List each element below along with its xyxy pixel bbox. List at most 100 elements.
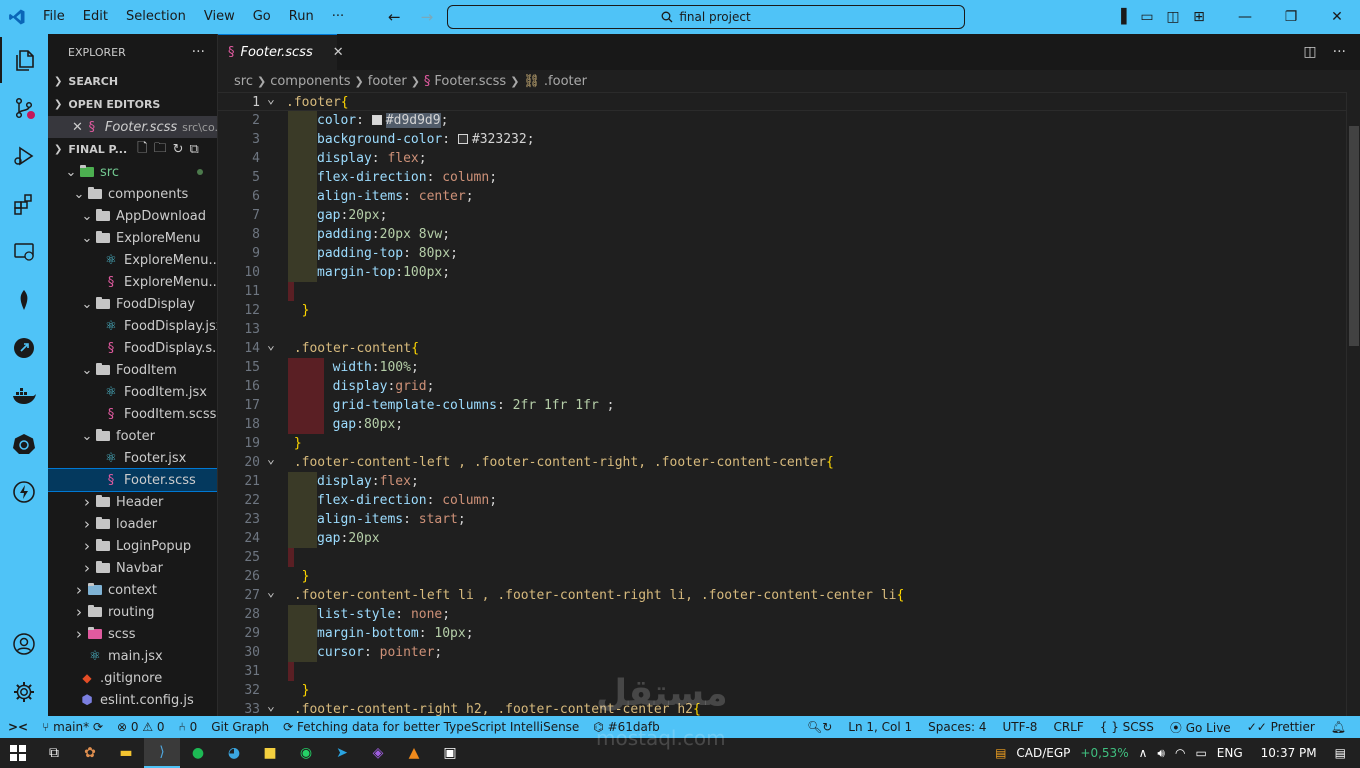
toggle-secondary-sidebar-icon[interactable]: ◫ xyxy=(1160,9,1186,25)
kubernetes-icon[interactable] xyxy=(0,421,48,467)
tree-file[interactable]: § FoodDisplay.s... xyxy=(48,337,217,359)
search-section-header[interactable]: ❯ SEARCH xyxy=(48,70,217,93)
fold-chevron-icon[interactable]: ⌄ xyxy=(267,450,275,469)
source-control-icon[interactable] xyxy=(0,85,48,131)
tree-folder[interactable]: ⌄ FoodDisplay xyxy=(48,293,217,315)
file-explorer-icon[interactable]: ▬ xyxy=(108,738,144,768)
telegram-icon[interactable]: ➤ xyxy=(324,738,360,768)
tree-folder[interactable]: › loader xyxy=(48,513,217,535)
collapse-all-icon[interactable]: ⧉ xyxy=(190,142,199,157)
menu-item-view[interactable]: View xyxy=(195,0,244,34)
sticky-notes-icon[interactable]: ■ xyxy=(252,738,288,768)
tree-file[interactable]: ⚛ Footer.jsx xyxy=(48,447,217,469)
media-app-icon[interactable]: ◈ xyxy=(360,738,396,768)
split-editor-icon[interactable]: ◫ xyxy=(1303,44,1316,60)
tree-folder[interactable]: ⌄ FoodItem xyxy=(48,359,217,381)
docker-icon[interactable] xyxy=(0,373,48,419)
open-editors-section-header[interactable]: ❯ OPEN EDITORS xyxy=(48,93,217,116)
end-of-line[interactable]: CRLF xyxy=(1053,720,1083,734)
vscode-taskbar-icon[interactable]: ⟩ xyxy=(144,738,180,768)
zoom-refresh-icon[interactable]: 🔍︎↻ xyxy=(807,720,832,734)
cursor-position[interactable]: Ln 1, Col 1 xyxy=(848,720,912,734)
minimize-icon[interactable]: — xyxy=(1222,9,1268,25)
tree-folder[interactable]: › context xyxy=(48,579,217,601)
tab-close-icon[interactable]: ✕ xyxy=(333,45,344,60)
toggle-primary-sidebar-icon[interactable]: ▐ xyxy=(1108,9,1134,25)
back-arrow-icon[interactable]: ← xyxy=(388,8,401,26)
tree-folder[interactable]: ⌄ footer xyxy=(48,425,217,447)
language-mode[interactable]: { } SCSS xyxy=(1100,720,1154,734)
customize-layout-icon[interactable]: ⊞ xyxy=(1186,9,1212,25)
close-editor-icon[interactable]: ✕ xyxy=(72,120,83,135)
tree-folder[interactable]: › Header xyxy=(48,491,217,513)
tree-file[interactable]: § FoodItem.scss xyxy=(48,403,217,425)
windows-start-icon[interactable] xyxy=(0,738,36,768)
account-icon[interactable] xyxy=(0,621,48,667)
tree-file[interactable]: ⚛ ExploreMenu.... xyxy=(48,249,217,271)
thunder-client-icon[interactable] xyxy=(0,469,48,515)
branch-item[interactable]: ⑂ main* ⟳ xyxy=(42,720,103,734)
encoding[interactable]: UTF-8 xyxy=(1002,720,1037,734)
tree-folder[interactable]: ⌄ ExploreMenu xyxy=(48,227,217,249)
tree-folder[interactable]: › scss xyxy=(48,623,217,645)
tree-file[interactable]: ⚛ FoodItem.jsx xyxy=(48,381,217,403)
remote-explorer-icon[interactable] xyxy=(0,229,48,275)
menu-item-edit[interactable]: Edit xyxy=(74,0,117,34)
git-graph-button[interactable]: Git Graph xyxy=(211,720,269,734)
tree-file[interactable]: ⬢ eslint.config.js xyxy=(48,689,217,711)
breadcrumb-item[interactable]: .footer xyxy=(544,74,587,89)
project-section-header[interactable]: ❯ FINAL P... 🗋 🗀 ↻ ⧉ xyxy=(48,138,217,161)
new-file-icon[interactable]: 🗋 xyxy=(137,139,147,161)
indentation[interactable]: Spaces: 4 xyxy=(928,720,986,734)
notification-center-icon[interactable]: ▤ xyxy=(1335,746,1346,760)
extensions-icon[interactable] xyxy=(0,181,48,227)
go-live-button[interactable]: ⦿ Go Live xyxy=(1170,719,1231,736)
explorer-files-icon[interactable] xyxy=(0,37,48,83)
code-editor[interactable]: 1 ⌄ .footer{2 color: #d9d9d9; 3 background-co… xyxy=(218,90,1346,717)
forward-arrow-icon[interactable]: → xyxy=(421,8,434,26)
tree-folder[interactable]: ⌄ components xyxy=(48,183,217,205)
explorer-more-actions[interactable]: ··· xyxy=(192,44,205,60)
tree-file[interactable]: § Footer.scss xyxy=(48,468,217,492)
git-graph-icon[interactable] xyxy=(0,325,48,371)
edge-icon[interactable]: ◕ xyxy=(216,738,252,768)
tree-folder[interactable]: ⌄ src xyxy=(48,161,217,183)
tab-footer-scss[interactable]: § Footer.scss ✕ xyxy=(218,34,344,70)
language-indicator[interactable]: ENG xyxy=(1217,746,1243,760)
restore-icon[interactable]: ❐ xyxy=(1268,9,1314,25)
tree-file[interactable]: § ExploreMenu.... xyxy=(48,271,217,293)
tree-folder[interactable]: ⌄ AppDownload xyxy=(48,205,217,227)
remote-indicator-icon[interactable]: >< xyxy=(8,720,28,734)
whatsapp-icon[interactable]: ◉ xyxy=(288,738,324,768)
breadcrumb-item[interactable]: Footer.scss xyxy=(434,74,506,89)
vlc-icon[interactable]: ▲ xyxy=(396,738,432,768)
mongodb-leaf-icon[interactable] xyxy=(0,277,48,323)
spotify-icon[interactable]: ● xyxy=(180,738,216,768)
editor-scrollbar[interactable] xyxy=(1346,92,1360,716)
menu-item-more[interactable]: ··· xyxy=(323,0,353,34)
fold-chevron-icon[interactable]: ⌄ xyxy=(267,583,275,602)
problems-item[interactable]: ⊗ 0 ⚠ 0 xyxy=(117,720,165,734)
ports-item[interactable]: ⑃ 0 xyxy=(179,720,198,734)
run-debug-icon[interactable] xyxy=(0,133,48,179)
tree-folder[interactable]: › LoginPopup xyxy=(48,535,217,557)
settings-gear-icon[interactable] xyxy=(0,669,48,715)
menu-item-file[interactable]: File xyxy=(34,0,74,34)
fold-chevron-icon[interactable]: ⌄ xyxy=(267,336,275,355)
currency-pair[interactable]: CAD/EGP xyxy=(1016,746,1070,760)
volume-icon[interactable]: 🔊︎ xyxy=(1157,746,1165,761)
menu-item-go[interactable]: Go xyxy=(244,0,280,34)
notifications-bell-icon[interactable]: 🔔︎ xyxy=(1331,720,1346,734)
menu-item-selection[interactable]: Selection xyxy=(117,0,195,34)
prettier-button[interactable]: ✓✓ Prettier xyxy=(1247,720,1315,734)
breadcrumb-item[interactable]: src xyxy=(234,74,253,89)
tree-file[interactable]: ◆ .gitignore xyxy=(48,667,217,689)
stocks-widget-icon[interactable]: ▤ xyxy=(995,746,1006,760)
scrollbar-thumb[interactable] xyxy=(1349,126,1359,346)
fold-chevron-icon[interactable]: ⌄ xyxy=(267,90,275,109)
breadcrumb-item[interactable]: footer xyxy=(368,74,407,89)
refresh-icon[interactable]: ↻ xyxy=(173,142,184,157)
tree-file[interactable]: ⚛ main.jsx xyxy=(48,645,217,667)
breadcrumb-item[interactable]: components xyxy=(270,74,350,89)
open-editor-item[interactable]: ✕ § Footer.scss src\co... xyxy=(48,116,217,138)
